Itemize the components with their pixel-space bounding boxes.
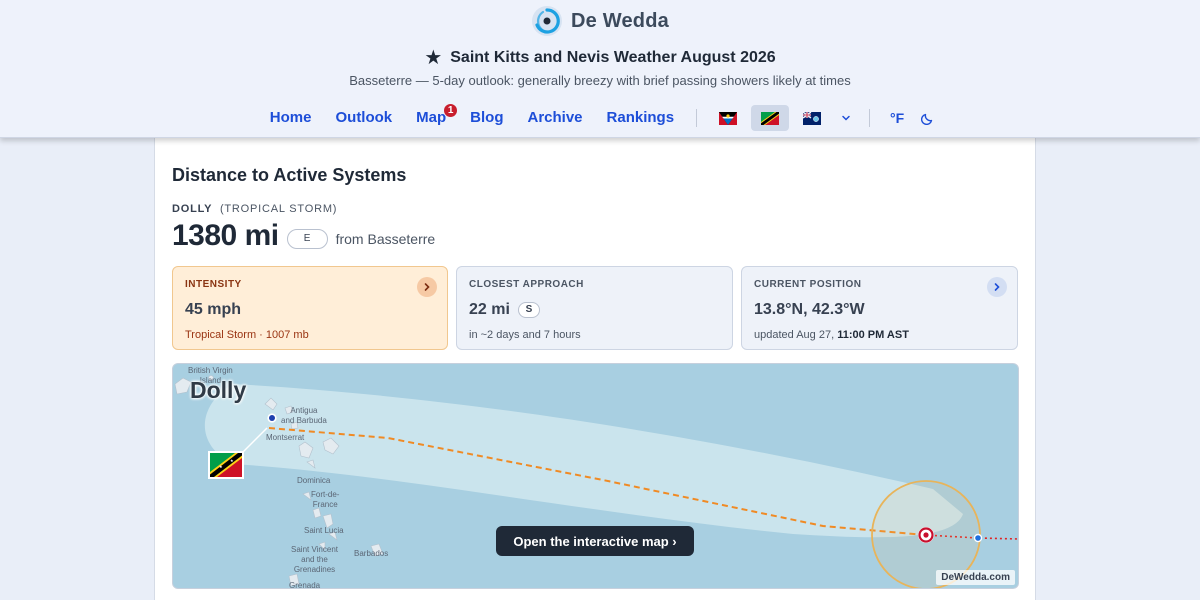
flag-montserrat-button[interactable] [793,105,831,131]
storm-heading: DOLLY (TROPICAL STORM) [172,203,337,215]
closest-approach-value-row: 22 mi S [469,301,720,319]
svg-text:★: ★ [230,458,234,463]
brand[interactable]: De Wedda [0,4,1200,38]
intensity-expand-button[interactable] [417,277,437,297]
antigua-flag-icon [719,111,738,125]
closest-direction-badge: S [517,302,540,318]
saint-kitts-flag-marker: ★ ★ [208,451,244,479]
position-expand-button[interactable] [987,277,1007,297]
map-label-dominica: Dominica [297,476,331,485]
site-header: De Wedda ★ Saint Kitts and Nevis Weather… [0,0,1200,138]
map-label-montserrat: Montserrat [266,433,305,442]
chevron-down-icon [842,115,850,121]
active-systems-card: Distance to Active Systems DOLLY (TROPIC… [154,136,1036,600]
nav-outlook[interactable]: Outlook [323,104,404,132]
intensity-value: 45 mph [185,301,242,318]
nav-divider [696,109,698,127]
star-icon: ★ [424,47,443,69]
chevron-right-icon [994,283,1000,291]
closest-approach-value: 22 mi [469,301,510,318]
closest-approach-detail: in ~2 days and 7 hours [469,329,581,341]
nav-home[interactable]: Home [258,104,324,132]
moon-icon [921,113,933,125]
page-subtitle: Basseterre — 5-day outlook: generally br… [349,73,851,88]
storm-map-label: Dolly [190,377,247,403]
distance-value: 1380 mi [172,219,279,252]
nav-blog[interactable]: Blog [458,104,515,132]
closest-approach-tile: Closest Approach 22 mi S in ~2 days and … [456,266,733,350]
dark-mode-toggle[interactable] [914,111,942,125]
nav-map[interactable]: Map 1 [404,103,459,132]
closest-approach-label: Closest Approach [469,279,584,290]
page-title: ★ Saint Kitts and Nevis Weather August 2… [0,48,1200,68]
hurricane-logo-icon [532,6,563,36]
saint-kitts-flag-icon [761,111,780,125]
open-interactive-map-button[interactable]: Open the interactive map › [496,526,694,556]
notification-badge: 1 [443,103,459,118]
storm-type: (TROPICAL STORM) [219,203,338,215]
main-nav: Home Outlook Map1 Blog Archive Rankings [0,103,1200,132]
position-updated: updated Aug 27, 11:00 PM AST [754,329,1005,341]
flag-saint-kitts-button[interactable] [751,105,790,131]
map-label-saint-vincent: Saint Vincent and the Grenadines [291,545,338,574]
units-toggle[interactable]: °F [880,110,914,126]
storm-distance: 1380 mi E from Basseterre [172,219,435,253]
map-label-saint-lucia: Saint Lucia [304,526,344,535]
nav-divider [869,109,871,127]
page-title-text: Saint Kitts and Nevis Weather August 202… [450,49,776,66]
more-countries-button[interactable] [833,113,859,123]
nav-map-label: Map [416,109,447,126]
brand-name: De Wedda [571,9,669,32]
distance-origin: from Basseterre [335,230,436,247]
position-updated-date: updated Aug 27, [754,329,835,341]
chevron-right-icon [424,283,430,291]
montserrat-flag-icon [803,111,822,125]
position-updated-time: 11:00 PM AST [837,329,909,341]
direction-badge: E [286,228,328,249]
map-label-fort-de-france: Fort-de- France [311,490,340,509]
section-title: Distance to Active Systems [172,165,407,185]
nav-rankings[interactable]: Rankings [595,104,687,132]
map-label-barbados: Barbados [354,549,389,558]
storm-name: DOLLY [172,203,213,215]
map-label-grenada: Grenada [289,581,321,589]
intensity-label: Intensity [185,279,242,290]
intensity-tile[interactable]: Intensity 45 mph Tropical Storm · 1007 m… [172,266,448,350]
current-position-tile[interactable]: Current Position 13.8°N, 42.3°W updated … [741,266,1018,350]
current-position-value: 13.8°N, 42.3°W [754,301,865,318]
current-position-label: Current Position [754,279,862,290]
nav-archive[interactable]: Archive [515,104,594,132]
flag-antigua-button[interactable] [709,105,747,131]
storm-track-map[interactable]: ★ ★ British Virgin Island Antigua and Barb… [172,363,1019,589]
svg-text:★: ★ [219,464,223,469]
map-watermark: DeWedda.com [936,570,1015,585]
storm-stats: Intensity 45 mph Tropical Storm · 1007 m… [172,266,1019,351]
intensity-detail: Tropical Storm · 1007 mb [185,329,309,341]
map-label-antigua: Antigua and Barbuda [281,406,327,425]
